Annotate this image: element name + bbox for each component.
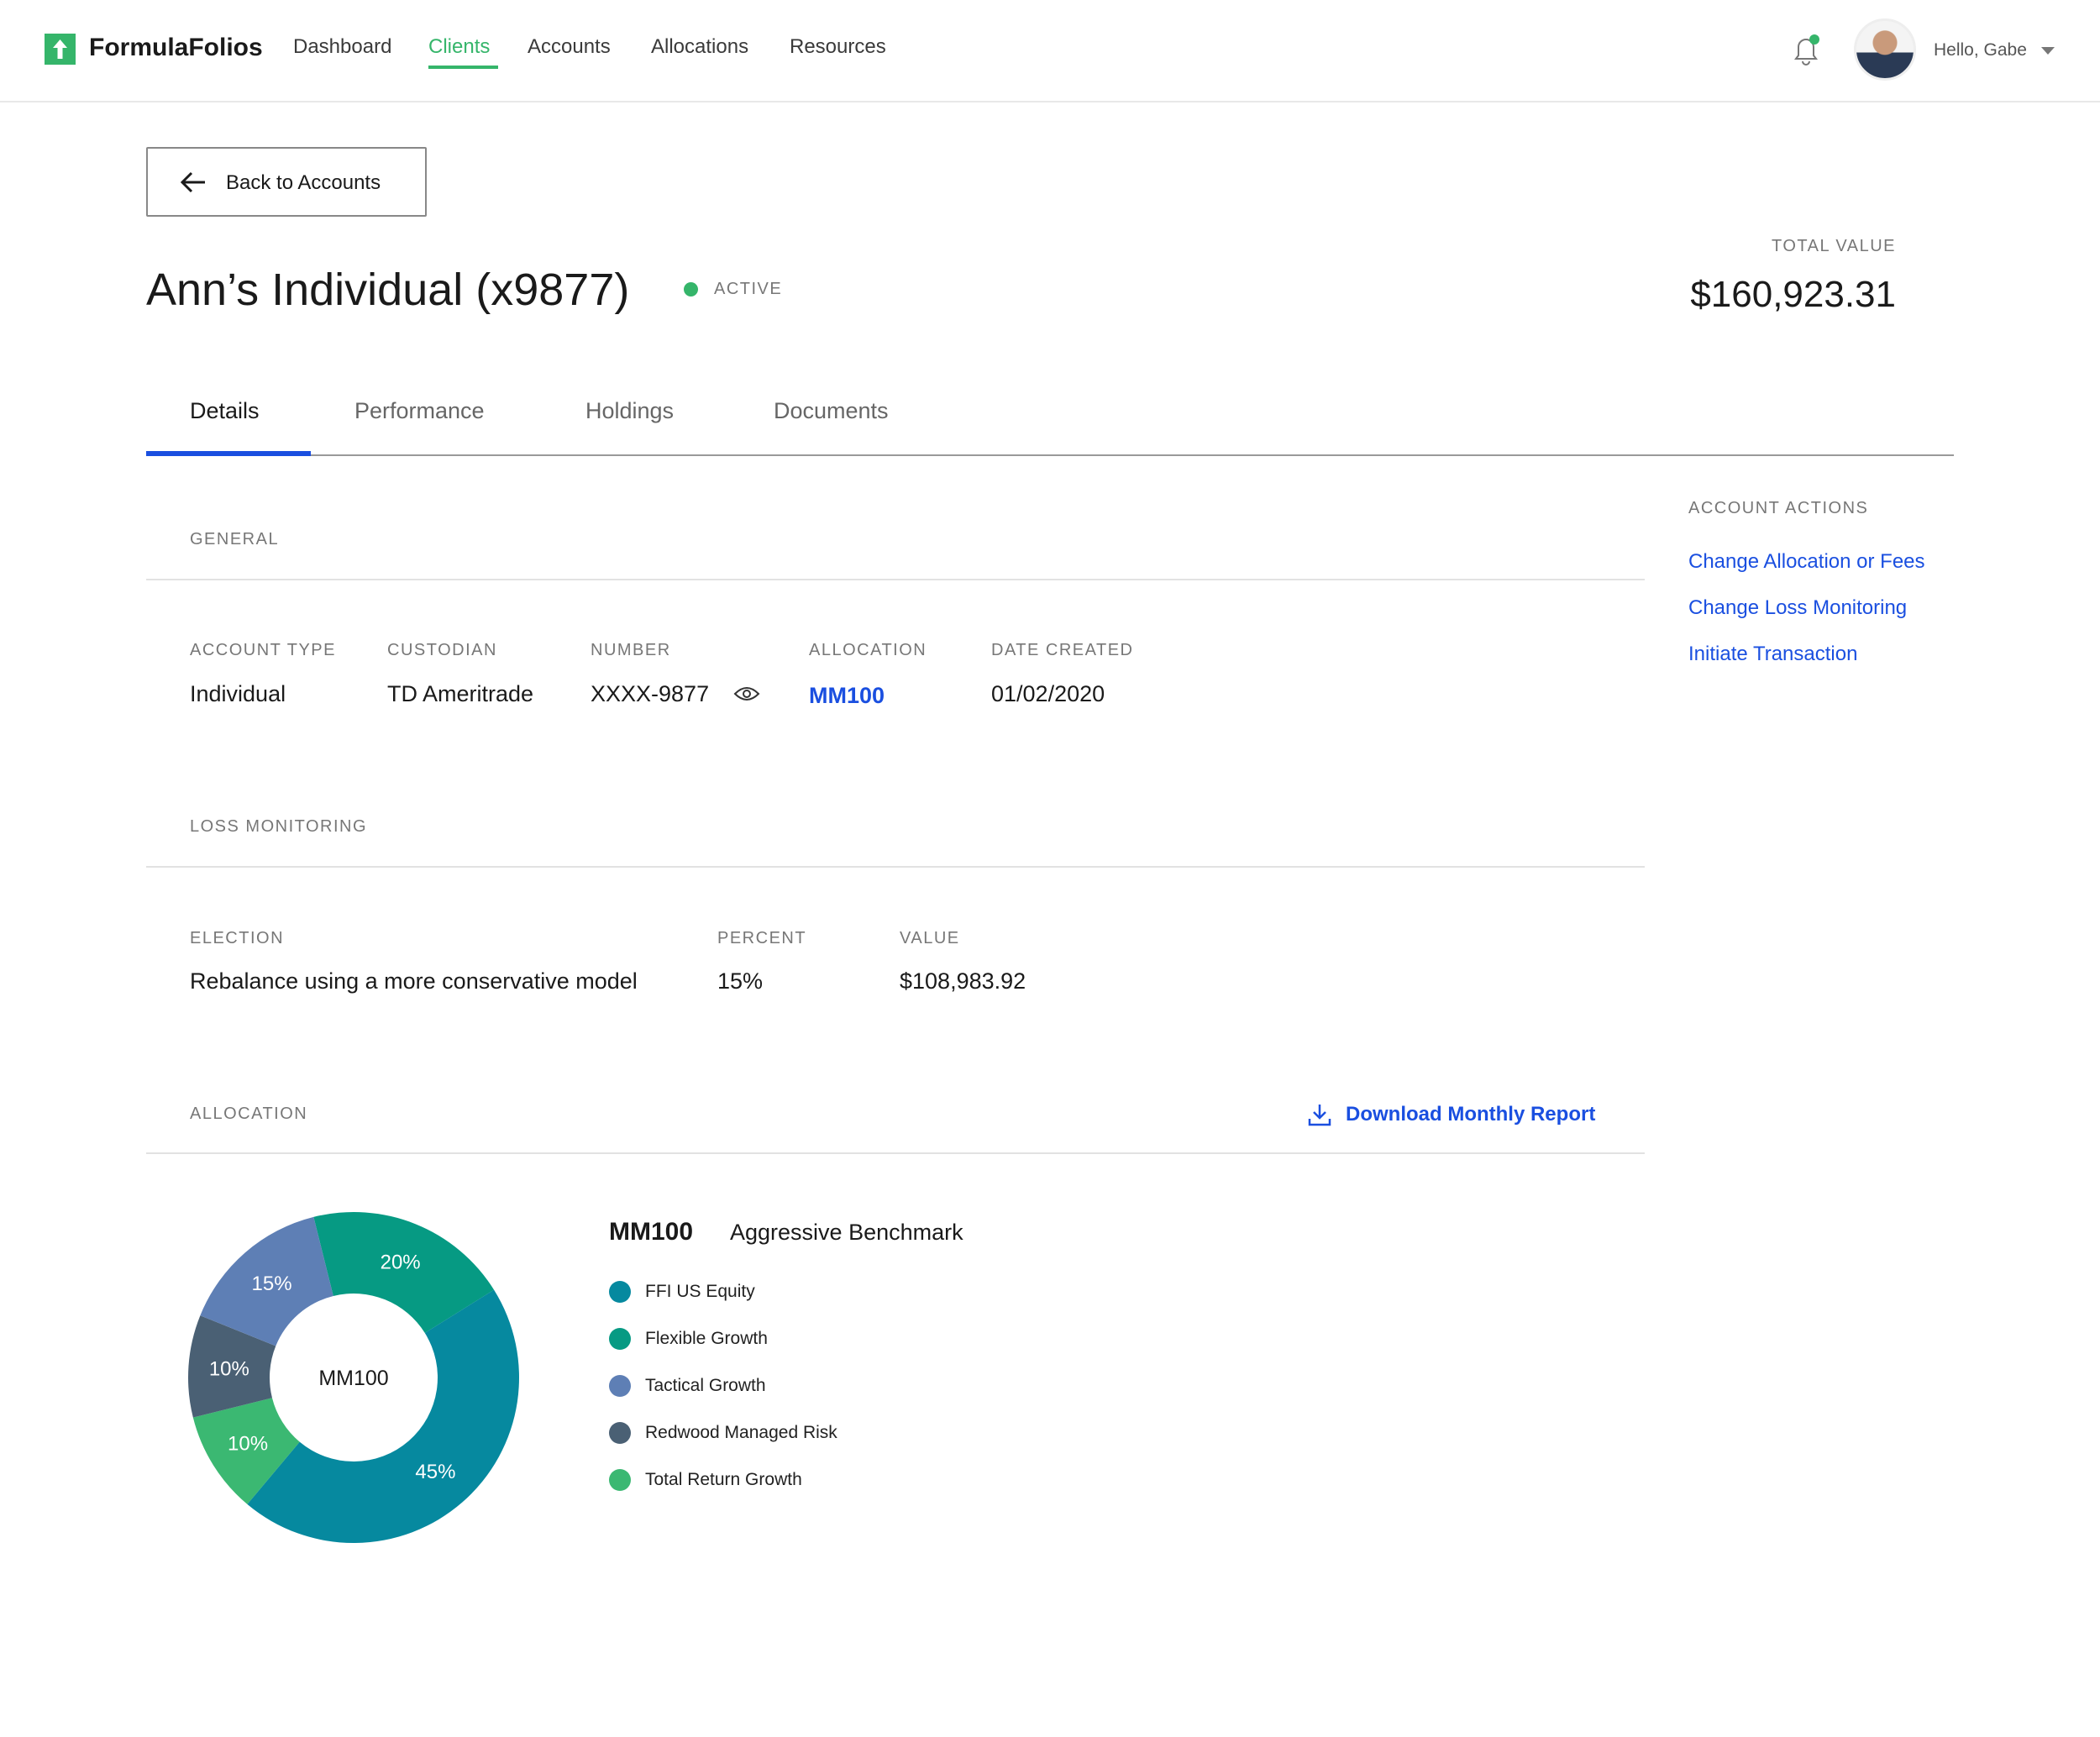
allocation-link[interactable]: MM100 — [809, 683, 885, 709]
legend-swatch — [609, 1328, 631, 1350]
value-label: VALUE — [900, 929, 960, 947]
percent-label: PERCENT — [717, 929, 807, 947]
account-type-label: ACCOUNT TYPE — [190, 641, 336, 659]
tab-holdings[interactable]: Holdings — [585, 398, 674, 424]
divider — [146, 579, 1645, 580]
status-dot — [684, 282, 698, 296]
legend-swatch — [609, 1422, 631, 1444]
allocation-heading: ALLOCATION — [190, 1105, 308, 1123]
custodian-value: TD Ameritrade — [387, 681, 534, 706]
legend-swatch — [609, 1375, 631, 1397]
back-to-accounts-button[interactable]: Back to Accounts — [146, 147, 427, 217]
custodian-label: CUSTODIAN — [387, 641, 497, 659]
user-greeting[interactable]: Hello, Gabe — [1934, 40, 2027, 60]
download-icon[interactable] — [1307, 1102, 1332, 1131]
change-allocation-link[interactable]: Change Allocation or Fees — [1688, 550, 1925, 574]
total-value: $160,923.31 — [1690, 274, 1896, 315]
donut-slice-label: 10% — [228, 1433, 268, 1456]
loss-monitoring-heading: LOSS MONITORING — [190, 817, 368, 836]
percent-value: 15% — [717, 968, 764, 994]
donut-slice-label: 10% — [209, 1358, 249, 1381]
general-heading: GENERAL — [190, 530, 280, 548]
nav-clients[interactable]: Clients — [428, 35, 490, 59]
date-created-label: DATE CREATED — [991, 641, 1134, 659]
number-value: XXXX-9877 — [591, 681, 710, 706]
allocation-donut-chart: 20% 45% 10% 10% 15% MM100 — [188, 1212, 519, 1543]
divider — [146, 1152, 1645, 1154]
nav-allocations[interactable]: Allocations — [651, 35, 748, 59]
legend-item: Total Return Growth — [645, 1470, 802, 1489]
change-loss-monitoring-link[interactable]: Change Loss Monitoring — [1688, 596, 1907, 620]
election-label: ELECTION — [190, 929, 285, 947]
bell-icon[interactable] — [1789, 32, 1823, 71]
donut-slice-label: 15% — [252, 1273, 292, 1295]
tab-performance[interactable]: Performance — [354, 398, 485, 424]
brand-logo-icon[interactable] — [45, 34, 76, 65]
page-title: Ann’s Individual (x9877) — [146, 265, 630, 315]
back-button-label: Back to Accounts — [226, 171, 381, 194]
tab-active-indicator — [146, 451, 311, 456]
arrow-left-icon — [180, 171, 207, 198]
allocation-benchmark: Aggressive Benchmark — [730, 1220, 963, 1245]
legend-item: Flexible Growth — [645, 1329, 768, 1348]
legend-item: FFI US Equity — [645, 1282, 755, 1301]
tab-documents[interactable]: Documents — [774, 398, 889, 424]
donut-slice-ffi-us-equity — [247, 1289, 519, 1543]
tab-details[interactable]: Details — [190, 398, 260, 424]
account-actions-heading: ACCOUNT ACTIONS — [1688, 499, 1869, 517]
allocation-label: ALLOCATION — [809, 641, 927, 659]
avatar[interactable] — [1854, 18, 1916, 81]
legend-item: Tactical Growth — [645, 1376, 766, 1395]
nav-resources[interactable]: Resources — [790, 35, 886, 59]
legend-item: Redwood Managed Risk — [645, 1423, 837, 1442]
eye-icon[interactable] — [733, 684, 760, 708]
initiate-transaction-link[interactable]: Initiate Transaction — [1688, 643, 1857, 666]
allocation-model-name: MM100 — [609, 1218, 694, 1246]
nav-active-underline — [428, 66, 498, 69]
chevron-down-icon[interactable] — [2041, 47, 2055, 55]
legend-swatch — [609, 1469, 631, 1491]
election-value: Rebalance using a more conservative mode… — [190, 968, 638, 994]
tabs-divider — [146, 454, 1954, 456]
total-value-label: TOTAL VALUE — [1771, 237, 1896, 255]
loss-value: $108,983.92 — [900, 968, 1026, 994]
brand-name[interactable]: FormulaFolios — [89, 34, 263, 62]
status-badge: ACTIVE — [714, 280, 783, 298]
donut-slice-label: 45% — [415, 1461, 455, 1483]
account-type-value: Individual — [190, 681, 286, 706]
donut-center-label: MM100 — [318, 1367, 388, 1390]
number-label: NUMBER — [591, 641, 671, 659]
divider — [146, 866, 1645, 868]
legend-swatch — [609, 1281, 631, 1303]
date-created-value: 01/02/2020 — [991, 681, 1105, 706]
nav-accounts[interactable]: Accounts — [528, 35, 611, 59]
nav-dashboard[interactable]: Dashboard — [293, 35, 391, 59]
donut-slice-label: 20% — [381, 1251, 421, 1273]
download-monthly-report-link[interactable]: Download Monthly Report — [1346, 1103, 1595, 1126]
top-nav: FormulaFolios Dashboard Clients Accounts… — [0, 0, 2100, 102]
